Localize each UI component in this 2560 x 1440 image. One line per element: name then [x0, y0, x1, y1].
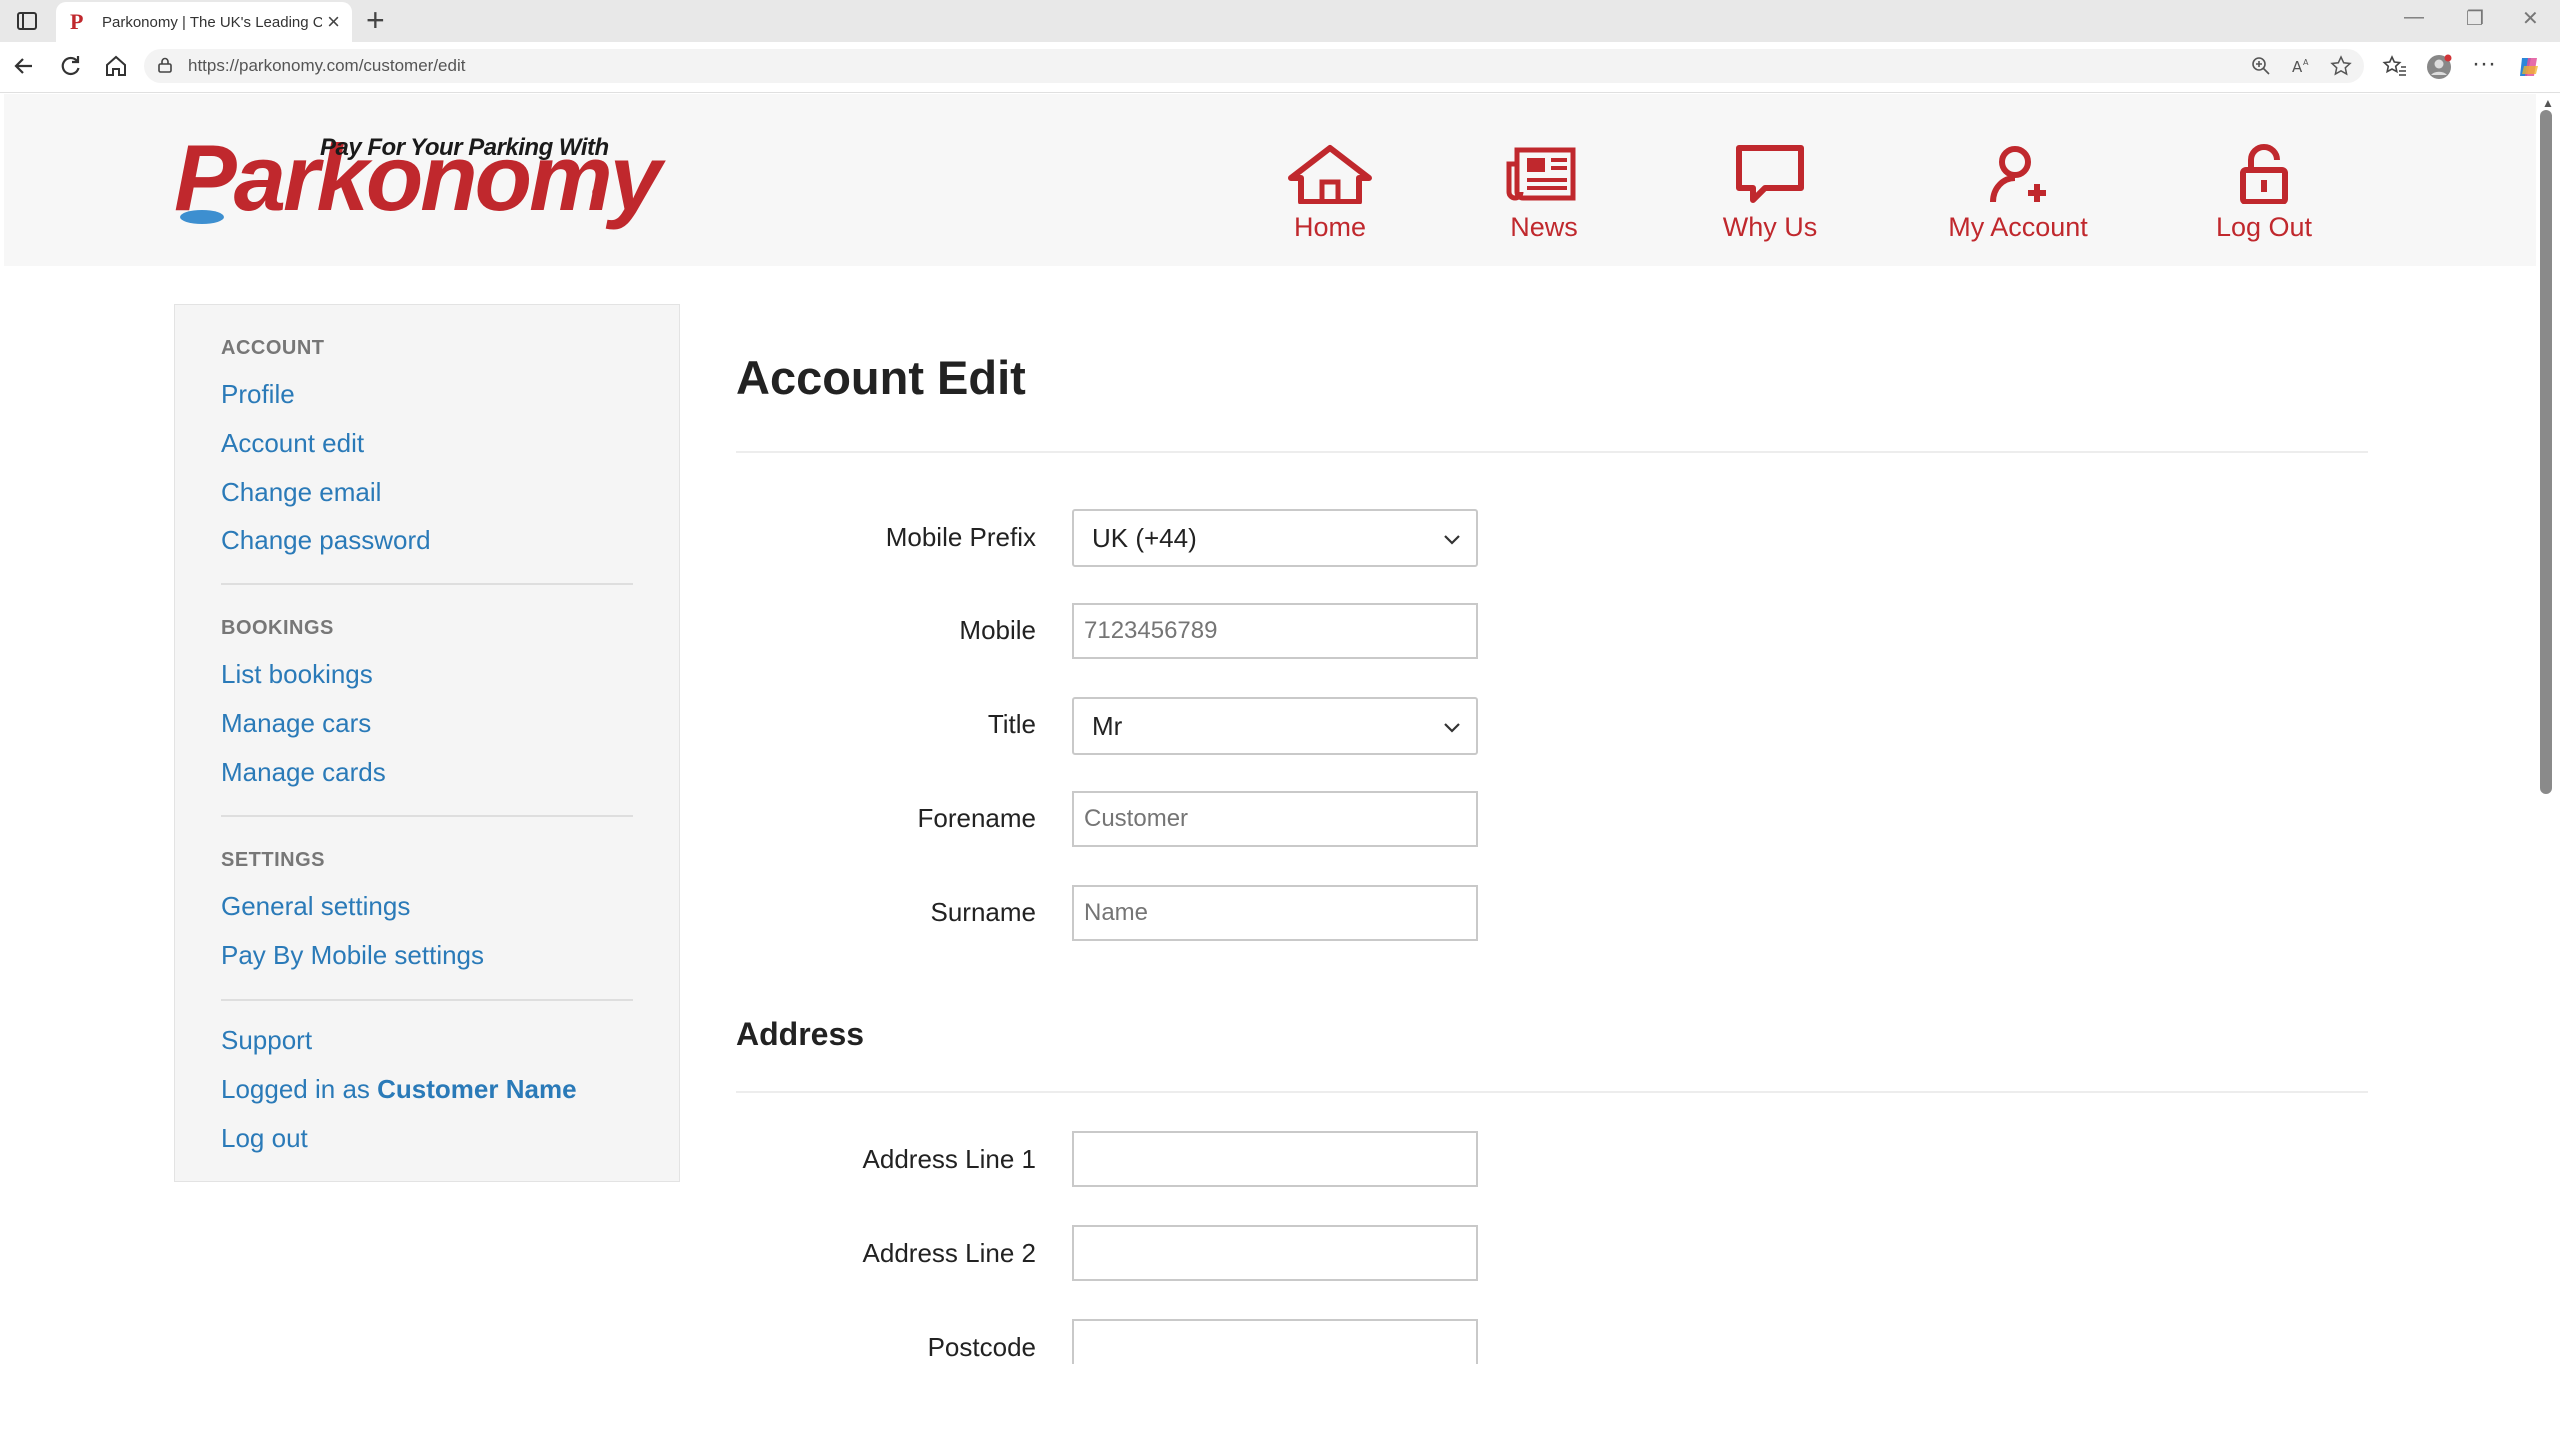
newspaper-icon — [1506, 147, 1576, 201]
tab-actions-icon[interactable] — [14, 8, 40, 34]
logo-tagline: Pay For Your Parking With — [320, 134, 609, 161]
nav-why-us[interactable]: Why Us — [1710, 144, 1830, 254]
account-sidebar: ACCOUNT Profile Account edit Change emai… — [174, 304, 680, 1182]
nav-my-account-label: My Account — [1948, 212, 2088, 242]
url-field[interactable]: https://parkonomy.com/customer/edit A A — [144, 49, 2364, 83]
nav-news[interactable]: News — [1494, 144, 1594, 254]
close-window-icon[interactable]: ✕ — [2522, 6, 2539, 31]
home-icon — [1288, 145, 1372, 204]
address-line-1-input[interactable] — [1072, 1131, 1478, 1187]
browser-tab[interactable]: P Parkonomy | The UK's Leading Ca × — [56, 2, 352, 42]
sidebar-divider — [221, 583, 633, 585]
home-browser-icon[interactable] — [102, 52, 130, 80]
title-label: Title — [987, 709, 1036, 739]
user-add-icon — [1990, 146, 2046, 203]
sidebar-heading-bookings: BOOKINGS — [221, 617, 334, 639]
logged-in-prefix: Logged in as — [221, 1074, 370, 1104]
sidebar-divider — [221, 999, 633, 1001]
site-info-icon[interactable] — [156, 56, 174, 74]
browser-tab-bar: P Parkonomy | The UK's Leading Ca × + — … — [0, 0, 2560, 42]
viewport-bottom — [0, 1364, 2560, 1440]
new-tab-icon[interactable]: + — [366, 4, 385, 36]
surname-label: Surname — [930, 897, 1037, 927]
sidebar-link-change-password[interactable]: Change password — [221, 525, 431, 556]
address-bar-row: https://parkonomy.com/customer/edit A A … — [0, 42, 2560, 93]
read-aloud-icon[interactable]: A A — [2290, 55, 2312, 77]
zoom-icon[interactable] — [2250, 55, 2272, 77]
favorites-icon[interactable] — [2382, 54, 2408, 80]
tab-title: Parkonomy | The UK's Leading Ca — [102, 13, 322, 31]
sidebar-link-log-out[interactable]: Log out — [221, 1123, 308, 1154]
copilot-icon[interactable] — [2516, 54, 2542, 80]
refresh-icon[interactable] — [56, 52, 84, 80]
address-divider — [736, 1091, 2368, 1093]
favicon-icon: P — [70, 9, 84, 34]
chat-bubble-icon — [1736, 145, 1804, 203]
forename-label: Forename — [917, 803, 1037, 833]
title-value: Mr — [1092, 711, 1123, 741]
mobile-prefix-label: Mobile Prefix — [885, 522, 1036, 552]
nav-home-label: Home — [1293, 212, 1367, 242]
sidebar-heading-settings: SETTINGS — [221, 849, 326, 871]
back-icon[interactable] — [10, 52, 38, 80]
nav-home[interactable]: Home — [1280, 144, 1380, 254]
mobile-label: Mobile — [959, 615, 1036, 645]
sidebar-link-general-settings[interactable]: General settings — [221, 891, 410, 922]
surname-input[interactable] — [1072, 885, 1478, 941]
address-line-1-label: Address Line 1 — [862, 1144, 1036, 1174]
chevron-down-icon — [1444, 535, 1460, 545]
svg-text:A: A — [2292, 58, 2303, 76]
scrollbar-thumb[interactable] — [2540, 110, 2552, 794]
sidebar-link-list-bookings[interactable]: List bookings — [221, 659, 373, 690]
forename-input[interactable] — [1072, 791, 1478, 847]
nav-log-out[interactable]: Log Out — [2204, 144, 2324, 254]
sidebar-link-support[interactable]: Support — [221, 1025, 312, 1056]
sidebar-divider — [221, 815, 633, 817]
mobile-input[interactable] — [1072, 603, 1478, 659]
logo-registered-mark: ® — [592, 184, 603, 200]
mobile-prefix-select[interactable]: UK (+44) — [1072, 509, 1478, 567]
sidebar-link-manage-cars[interactable]: Manage cars — [221, 708, 371, 739]
sidebar-link-manage-cards[interactable]: Manage cards — [221, 757, 386, 788]
svg-text:A: A — [2303, 58, 2309, 67]
address-line-2-label: Address Line 2 — [862, 1238, 1036, 1268]
address-heading: Address — [736, 1016, 865, 1052]
sidebar-heading-account: ACCOUNT — [221, 337, 325, 359]
nav-news-label: News — [1510, 212, 1578, 242]
mobile-prefix-value: UK (+44) — [1092, 523, 1197, 553]
favorite-star-icon[interactable] — [2330, 55, 2352, 77]
title-divider — [736, 451, 2368, 453]
close-tab-icon[interactable]: × — [327, 11, 340, 33]
title-select[interactable]: Mr — [1072, 697, 1478, 755]
postcode-label: Postcode — [927, 1332, 1036, 1362]
address-line-2-input[interactable] — [1072, 1225, 1478, 1281]
logged-in-username[interactable]: Customer Name — [377, 1074, 576, 1104]
nav-my-account[interactable]: My Account — [1940, 144, 2096, 254]
restore-icon[interactable]: ❐ — [2466, 6, 2484, 31]
sidebar-link-pay-by-mobile-settings[interactable]: Pay By Mobile settings — [221, 940, 484, 971]
profile-avatar-icon[interactable] — [2426, 54, 2452, 80]
sidebar-link-account-edit[interactable]: Account edit — [221, 428, 364, 459]
chevron-down-icon — [1444, 723, 1460, 733]
scroll-up-arrow-icon[interactable]: ▲ — [2542, 96, 2554, 110]
page-title: Account Edit — [736, 351, 1026, 404]
nav-log-out-label: Log Out — [2215, 212, 2313, 242]
unlock-icon — [2240, 144, 2288, 204]
parkonomy-logo[interactable]: Parkonomy Pay For Your Parking With ® — [172, 110, 662, 240]
site-header: Parkonomy Pay For Your Parking With ® Ho… — [4, 94, 2540, 266]
sidebar-link-change-email[interactable]: Change email — [221, 477, 381, 508]
sidebar-link-profile[interactable]: Profile — [221, 379, 295, 410]
more-options-icon[interactable]: ··· — [2472, 50, 2498, 77]
logged-in-as-text: Logged in as Customer Name — [221, 1074, 577, 1105]
minimize-icon[interactable]: — — [2404, 6, 2424, 29]
url-text: https://parkonomy.com/customer/edit — [188, 56, 466, 75]
nav-why-us-label: Why Us — [1722, 212, 1818, 242]
